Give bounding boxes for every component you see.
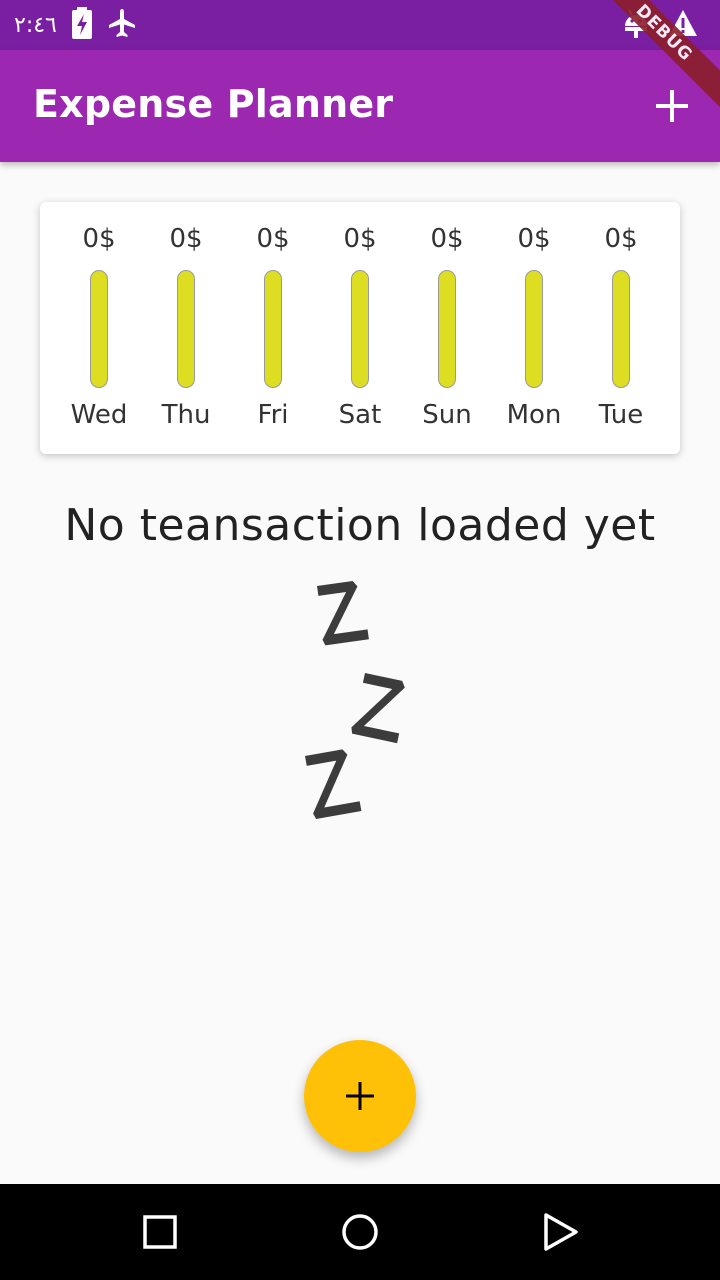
back-triangle-icon <box>544 1213 578 1251</box>
chart-day-column: 0$ Wed <box>56 222 142 442</box>
chart-day-label: Mon <box>506 400 562 430</box>
system-navigation-bar <box>0 1184 720 1280</box>
plus-icon <box>656 90 688 122</box>
chart-amount-label: 0$ <box>343 224 377 254</box>
chart-spending-bar <box>177 270 195 388</box>
chart-day-label: Thu <box>161 400 211 430</box>
chart-day-column: 0$ Sat <box>317 222 403 442</box>
home-circle-icon <box>342 1214 378 1250</box>
airplane-mode-icon <box>107 8 137 42</box>
chart-spending-bar <box>90 270 108 388</box>
chart-day-column: 0$ Thu <box>143 222 229 442</box>
back-button[interactable] <box>538 1210 582 1254</box>
sleeping-zzz-icon <box>295 578 425 828</box>
chart-day-label: Sun <box>422 400 472 430</box>
add-transaction-button[interactable] <box>652 86 692 126</box>
status-bar: ٢:٤٦ <box>0 0 720 50</box>
chart-day-label: Tue <box>598 400 644 430</box>
recents-button[interactable] <box>138 1210 182 1254</box>
chart-spending-bar <box>525 270 543 388</box>
add-floating-action-button[interactable] <box>304 1040 416 1152</box>
chart-day-label: Fri <box>257 400 289 430</box>
chart-amount-label: 0$ <box>82 224 116 254</box>
chart-day-column: 0$ Tue <box>578 222 664 442</box>
status-left-group: ٢:٤٦ <box>14 7 137 43</box>
chart-amount-label: 0$ <box>517 224 551 254</box>
weekly-chart-card: 0$ Wed 0$ Thu 0$ Fri 0$ Sat 0$ Sun 0$ Mon 0$ Tue <box>40 202 680 454</box>
battery-charging-icon <box>71 7 93 43</box>
chart-day-column: 0$ Fri <box>230 222 316 442</box>
home-button[interactable] <box>338 1210 382 1254</box>
chart-amount-label: 0$ <box>604 224 638 254</box>
empty-state-message: No teansaction loaded yet <box>64 500 656 551</box>
chart-amount-label: 0$ <box>430 224 464 254</box>
recents-square-icon <box>143 1215 177 1249</box>
chart-spending-bar <box>264 270 282 388</box>
plus-icon <box>346 1082 374 1110</box>
chart-amount-label: 0$ <box>256 224 290 254</box>
chart-day-label: Sat <box>338 400 382 430</box>
chart-spending-bar <box>351 270 369 388</box>
chart-spending-bar <box>612 270 630 388</box>
chart-amount-label: 0$ <box>169 224 203 254</box>
chart-day-column: 0$ Mon <box>491 222 577 442</box>
app-bar: Expense Planner <box>0 50 720 162</box>
status-time: ٢:٤٦ <box>14 12 57 38</box>
chart-day-column: 0$ Sun <box>404 222 490 442</box>
chart-spending-bar <box>438 270 456 388</box>
weekly-chart: 0$ Wed 0$ Thu 0$ Fri 0$ Sat 0$ Sun 0$ Mon 0$ Tue <box>56 222 664 442</box>
page-title: Expense Planner <box>33 82 394 126</box>
chart-day-label: Wed <box>70 400 128 430</box>
